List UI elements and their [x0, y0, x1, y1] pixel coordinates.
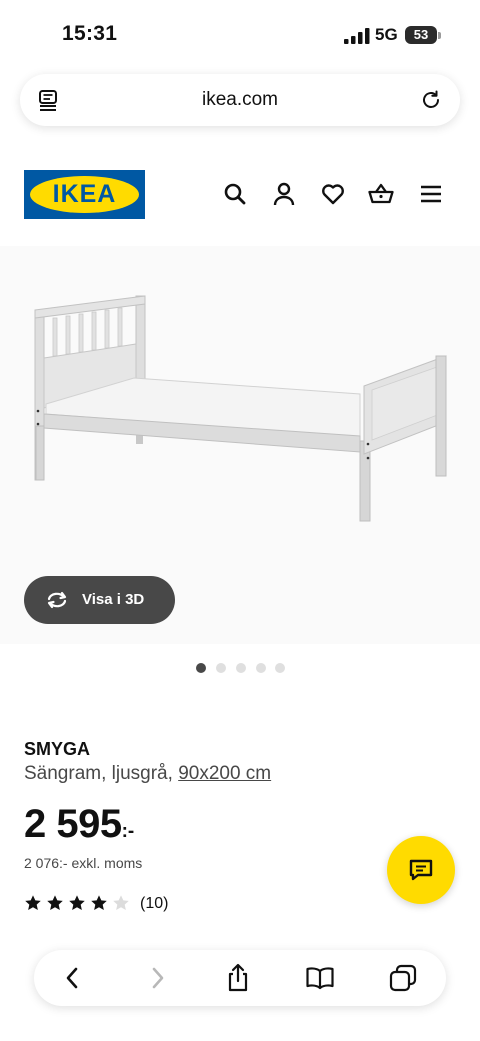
star-filled-icon — [47, 895, 63, 911]
product-description: Sängram, ljusgrå, 90x200 cm — [24, 763, 271, 785]
carousel-dot[interactable] — [275, 663, 285, 673]
status-bar: 15:31 5G 53 — [0, 0, 480, 72]
rating-count[interactable]: (10) — [140, 895, 168, 913]
star-filled-icon — [25, 895, 41, 911]
status-time: 15:31 — [62, 22, 118, 45]
carousel-dot[interactable] — [196, 663, 206, 673]
ikea-logo[interactable]: IKEA — [24, 170, 145, 219]
carousel-dot[interactable] — [256, 663, 266, 673]
network-type: 5G — [375, 25, 398, 44]
search-icon[interactable] — [222, 181, 248, 207]
price-excl-vat: 2 076:- exkl. moms — [24, 855, 143, 871]
size-link[interactable]: 90x200 cm — [178, 763, 271, 784]
price-value: 2 595 — [24, 802, 122, 846]
forward-icon[interactable] — [142, 963, 172, 993]
share-icon[interactable] — [223, 963, 253, 993]
view-in-3d-button[interactable]: Visa i 3D — [24, 576, 175, 624]
product-name: SMYGA — [24, 739, 91, 759]
battery-tip — [438, 32, 441, 39]
url-text[interactable]: ikea.com — [20, 89, 460, 111]
tabs-icon[interactable] — [388, 963, 418, 993]
star-empty-icon — [113, 895, 129, 911]
product-description-text: Sängram, ljusgrå, — [24, 763, 173, 784]
chat-button[interactable] — [387, 836, 455, 904]
menu-icon[interactable] — [418, 181, 444, 207]
battery-indicator: 53 — [405, 26, 437, 44]
star-filled-icon — [91, 895, 107, 911]
basket-icon[interactable] — [368, 181, 394, 207]
browser-toolbar — [34, 950, 446, 1006]
rotate-3d-icon — [47, 591, 67, 609]
reload-icon[interactable] — [419, 88, 443, 112]
price-suffix: :- — [121, 821, 135, 842]
heart-icon[interactable] — [320, 181, 346, 207]
carousel-dot[interactable] — [236, 663, 246, 673]
carousel-dot[interactable] — [216, 663, 226, 673]
chat-bubble-icon — [409, 859, 433, 881]
price: 2 595:- — [24, 802, 134, 847]
bookmarks-icon[interactable] — [305, 963, 335, 993]
address-bar[interactable]: ikea.com — [20, 74, 460, 126]
star-filled-icon — [69, 895, 85, 911]
view-in-3d-label: Visa i 3D — [82, 591, 145, 608]
cellular-signal-icon — [344, 28, 370, 44]
back-icon[interactable] — [58, 963, 88, 993]
account-icon[interactable] — [271, 181, 297, 207]
logo-text: IKEA — [52, 180, 117, 208]
